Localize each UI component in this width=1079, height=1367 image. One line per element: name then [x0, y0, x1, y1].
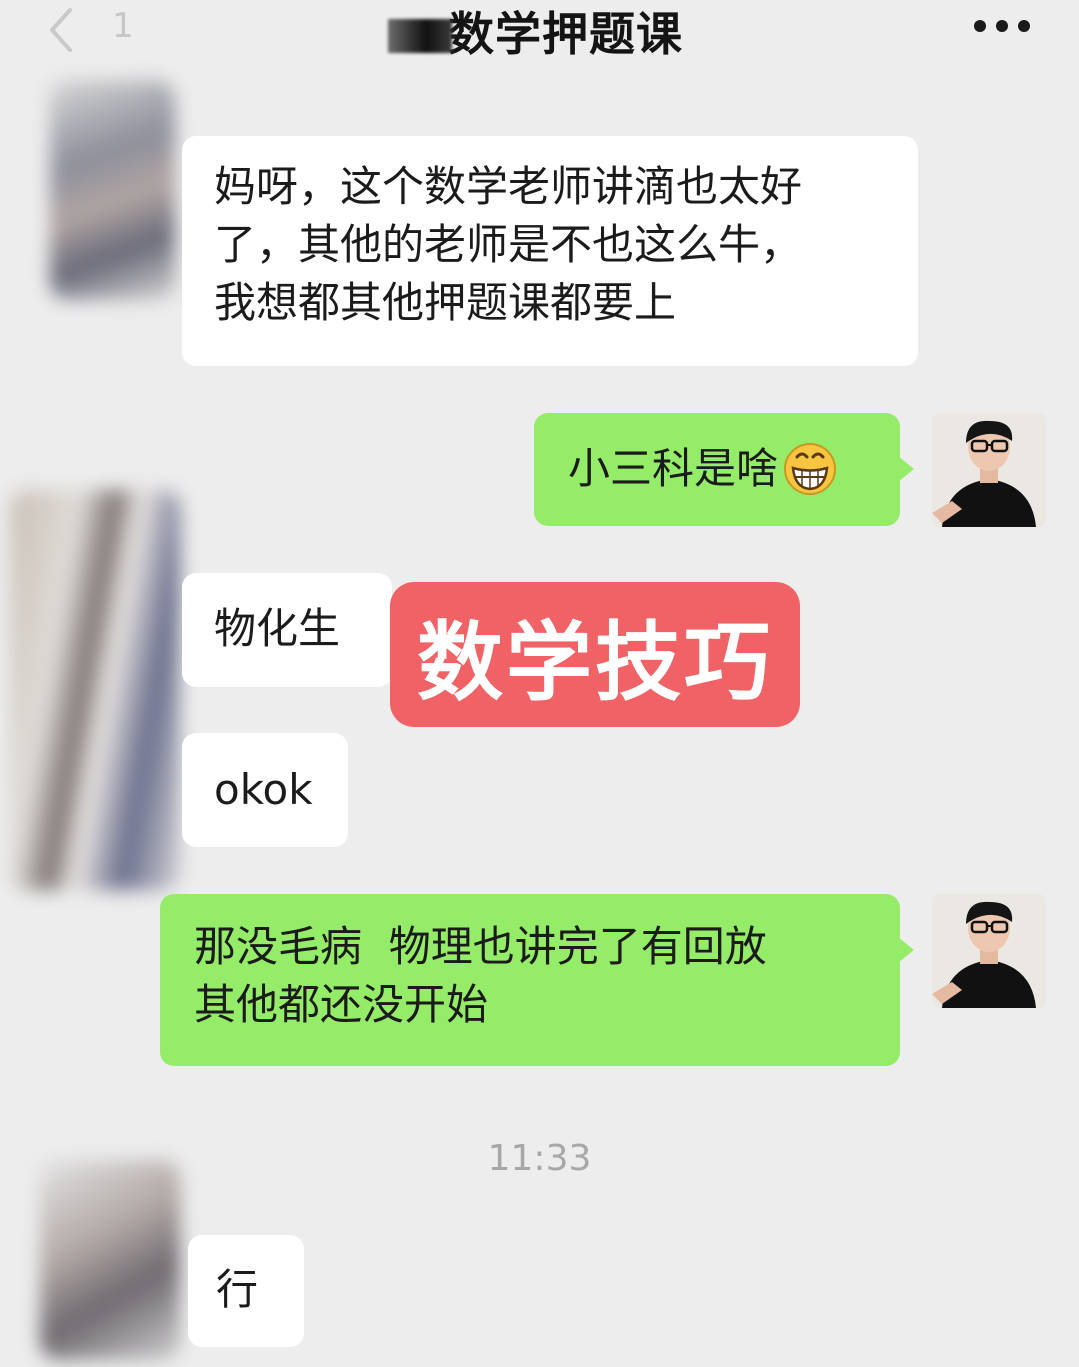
- more-dots-icon[interactable]: [974, 20, 1030, 36]
- avatar-blurred: [10, 490, 180, 890]
- chat-header: 1 数学押题课: [0, 0, 1079, 62]
- message-bubble-received[interactable]: 行: [188, 1235, 304, 1347]
- message-bubble-received[interactable]: okok: [182, 733, 348, 847]
- chat-title-wrap: 数学押题课: [388, 0, 683, 62]
- bubble-tail: [898, 937, 914, 963]
- avatar-blurred: [40, 1160, 180, 1360]
- redacted-name: [388, 19, 452, 53]
- bubble-tail: [898, 456, 914, 482]
- chevron-left-icon[interactable]: [40, 4, 86, 54]
- message-text: 行: [216, 1265, 259, 1314]
- message-timestamp: 11:33: [487, 1138, 592, 1179]
- avatar-self[interactable]: [932, 413, 1046, 527]
- message-text-line: 我想都其他押题课都要上: [214, 278, 677, 327]
- message-text-line: 了，其他的老师是不也这么牛，: [214, 220, 803, 269]
- message-text: okok: [214, 765, 313, 814]
- message-bubble-received[interactable]: 妈呀，这个数学老师讲滴也太好 了，其他的老师是不也这么牛， 我想都其他押题课都要…: [182, 136, 918, 366]
- overlay-label: 数学技巧: [390, 582, 800, 727]
- message-text-line: 其他都还没开始: [194, 980, 489, 1029]
- avatar-image: [932, 413, 1046, 527]
- avatar-self[interactable]: [932, 894, 1046, 1008]
- chat-title: 数学押题课: [448, 7, 683, 61]
- message-bubble-sent[interactable]: 小三科是啥: [534, 413, 900, 526]
- message-text: 小三科是啥: [568, 444, 779, 493]
- unread-count: 1: [112, 6, 134, 46]
- avatar-blurred: [50, 80, 175, 300]
- message-bubble-received[interactable]: 物化生: [182, 573, 392, 687]
- message-text: 物化生: [214, 604, 341, 653]
- message-text-line: 妈呀，这个数学老师讲滴也太好: [214, 162, 803, 211]
- grinning-face-icon: [784, 443, 837, 495]
- message-bubble-sent[interactable]: 那没毛病 物理也讲完了有回放 其他都还没开始: [160, 894, 900, 1066]
- message-text-line: 那没毛病 物理也讲完了有回放: [194, 922, 767, 971]
- avatar-image: [932, 894, 1046, 1008]
